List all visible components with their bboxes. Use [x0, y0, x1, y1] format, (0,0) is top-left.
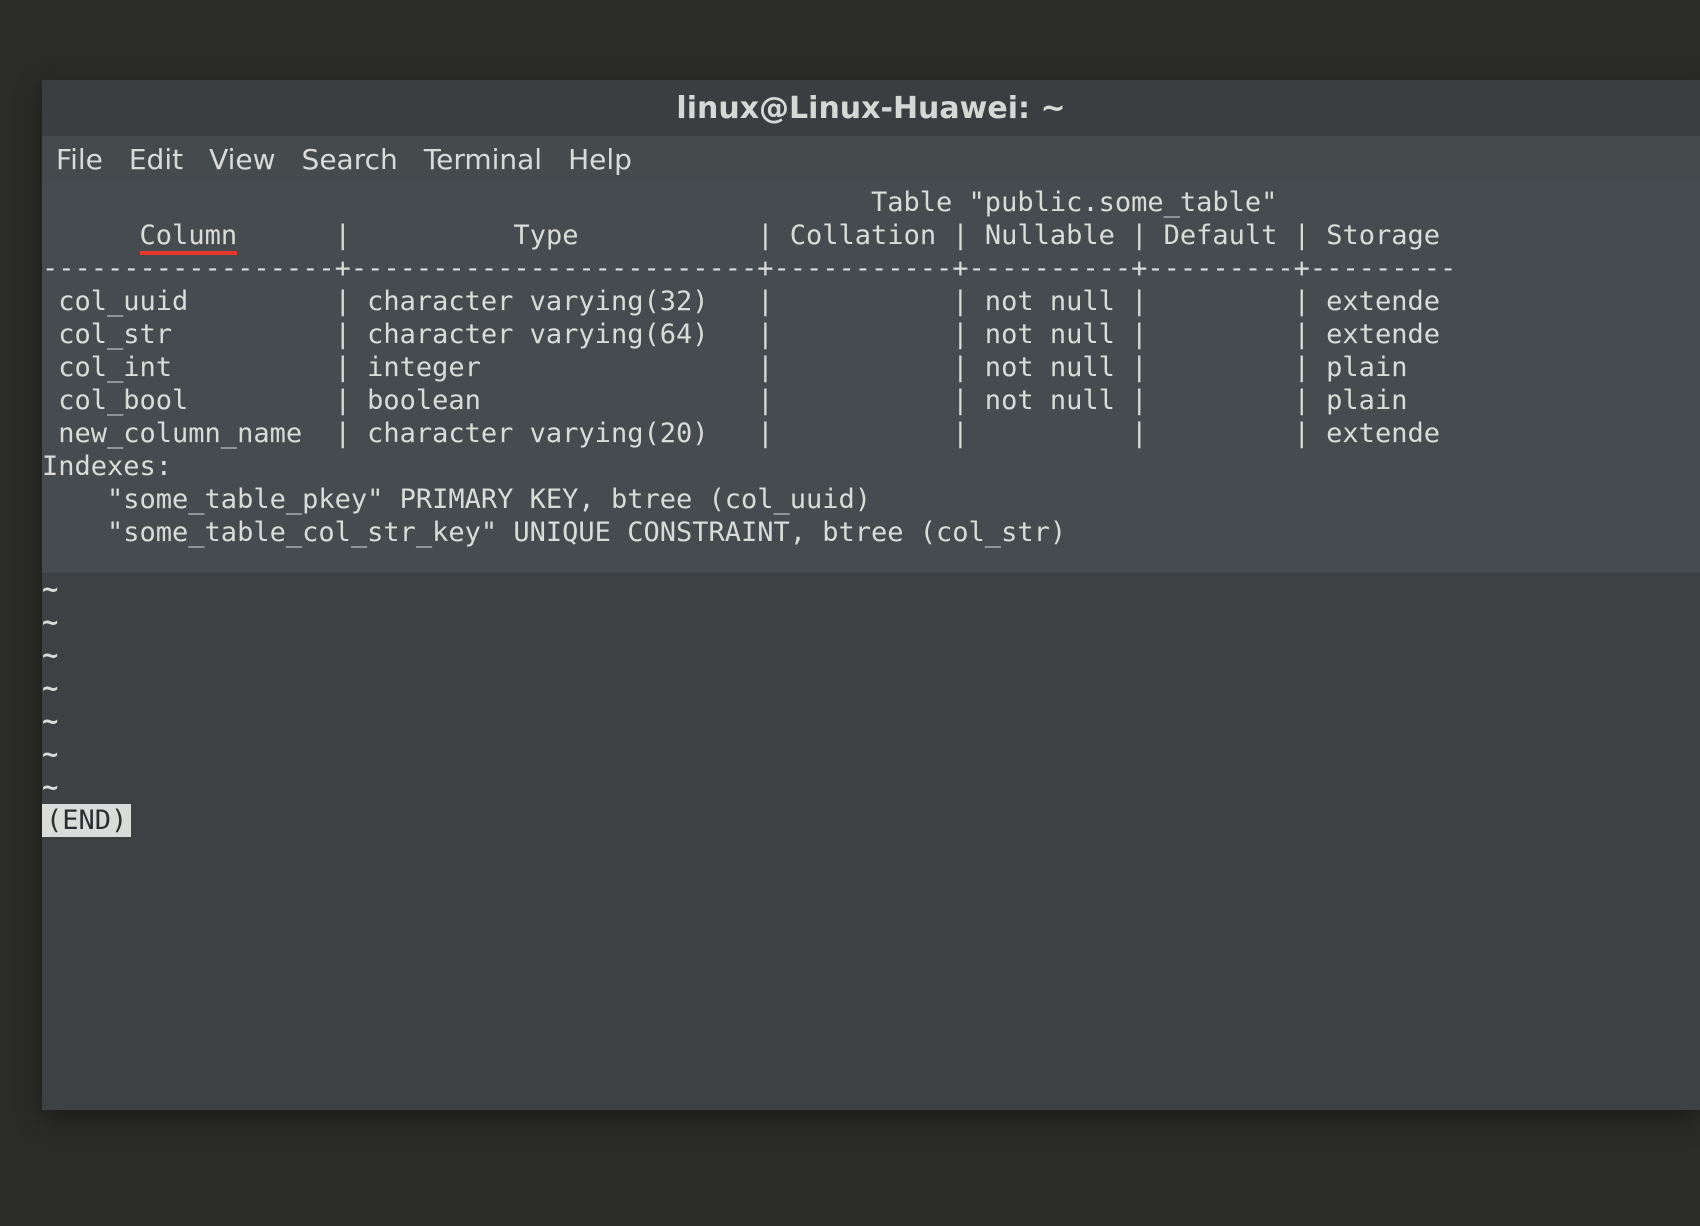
- pager-end-marker: (END): [42, 804, 131, 837]
- tilde: ~: [42, 772, 58, 803]
- tilde: ~: [42, 640, 58, 671]
- tilde: ~: [42, 706, 58, 737]
- table-row: new_column_name | character varying(20) …: [42, 418, 1440, 449]
- index-line: "some_table_pkey" PRIMARY KEY, btree (co…: [42, 484, 871, 515]
- menubar: File Edit View Search Terminal Help: [42, 136, 1700, 182]
- table-row: col_str | character varying(64) | | not …: [42, 319, 1440, 350]
- table-row: col_int | integer | | not null | | plain: [42, 352, 1407, 383]
- window-titlebar: linux@Linux-Huawei: ~: [42, 80, 1700, 136]
- header-rest: | Type | Collation | Nullable | Default …: [237, 220, 1440, 251]
- terminal-window: linux@Linux-Huawei: ~ File Edit View Sea…: [42, 80, 1700, 1110]
- header-prefix: [42, 220, 140, 251]
- separator-line: ------------------+---------------------…: [42, 253, 1456, 284]
- window-title: linux@Linux-Huawei: ~: [676, 91, 1065, 126]
- pager-tilde-lines: ~ ~ ~ ~ ~ ~ ~: [42, 574, 58, 803]
- header-column-word: Column: [140, 220, 238, 255]
- table-row: col_uuid | character varying(32) | | not…: [42, 286, 1440, 317]
- menu-file[interactable]: File: [56, 143, 103, 176]
- menu-edit[interactable]: Edit: [129, 143, 183, 176]
- psql-table-block: Table "public.some_table" Column | Type …: [42, 182, 1700, 573]
- terminal-output[interactable]: Table "public.some_table" Column | Type …: [42, 182, 1700, 1110]
- indexes-label: Indexes:: [42, 451, 172, 482]
- tilde: ~: [42, 607, 58, 638]
- index-line: "some_table_col_str_key" UNIQUE CONSTRAI…: [42, 517, 1066, 548]
- tilde: ~: [42, 673, 58, 704]
- tilde: ~: [42, 739, 58, 770]
- table-title-line: Table "public.some_table": [42, 187, 1277, 218]
- menu-help[interactable]: Help: [568, 143, 632, 176]
- tilde: ~: [42, 574, 58, 605]
- table-row: col_bool | boolean | | not null | | plai…: [42, 385, 1407, 416]
- menu-terminal[interactable]: Terminal: [424, 143, 542, 176]
- menu-view[interactable]: View: [209, 143, 275, 176]
- menu-search[interactable]: Search: [302, 143, 398, 176]
